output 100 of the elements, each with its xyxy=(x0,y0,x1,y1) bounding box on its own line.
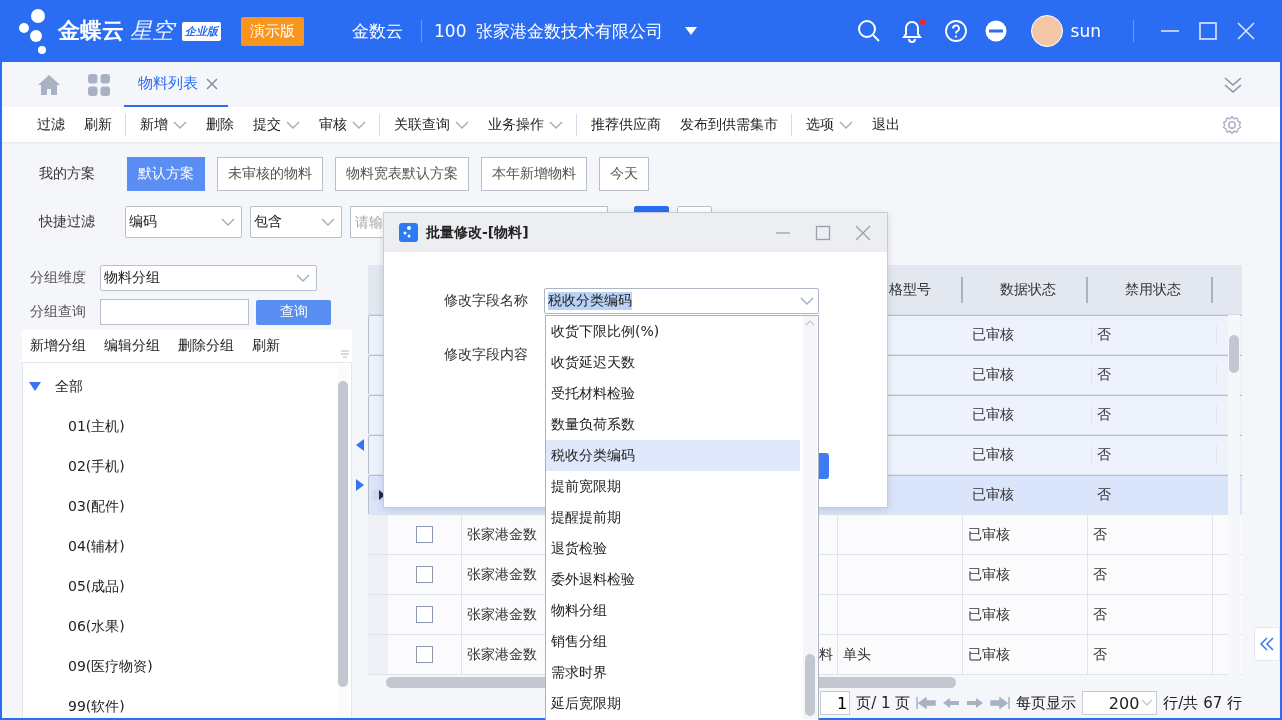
tree-item[interactable]: 05(成品) xyxy=(23,567,351,607)
field-name-select[interactable]: 税收分类编码 xyxy=(544,288,819,314)
group-action-button[interactable]: 刷新 xyxy=(246,337,286,355)
dropdown-option[interactable]: 受托材料检验 xyxy=(546,378,800,409)
toolbar-button[interactable]: 业务操作 xyxy=(478,109,572,140)
scheme-button[interactable]: 未审核的物料 xyxy=(217,157,323,191)
tree-item[interactable]: 01(主机) xyxy=(23,407,351,447)
toolbar-button[interactable]: 提交 xyxy=(243,109,309,140)
dropdown-option[interactable]: 数量负荷系数 xyxy=(546,409,800,440)
dropdown-option[interactable]: 物料分组 xyxy=(546,595,800,626)
tree-item[interactable]: 99(软件) xyxy=(23,687,351,718)
expand-right-icon[interactable] xyxy=(356,479,364,491)
toolbar-button[interactable]: 审核 xyxy=(309,109,375,140)
dropdown-option[interactable]: 提前宽限期 xyxy=(546,471,800,502)
operator-select[interactable]: 包含 xyxy=(250,206,342,238)
group-action-button[interactable]: 新增分组 xyxy=(24,337,92,355)
tree-item[interactable]: 全部 xyxy=(23,367,351,407)
field-content-label: 修改字段内容 xyxy=(444,346,529,364)
search-icon[interactable] xyxy=(856,19,881,43)
table-cell: 否 xyxy=(1093,525,1107,544)
tenant-name: 金数云 xyxy=(352,19,403,43)
home-icon[interactable] xyxy=(38,74,60,95)
maximize-icon[interactable] xyxy=(815,224,831,241)
table-cell: 张家港金数 xyxy=(467,605,537,624)
expand-triangle-icon[interactable] xyxy=(29,382,41,392)
side-collapse-button[interactable] xyxy=(1254,627,1280,661)
column-header[interactable]: 禁用状态 xyxy=(1088,265,1213,314)
row-checkbox[interactable] xyxy=(416,606,433,623)
dropdown-option[interactable]: 税收分类编码 xyxy=(546,440,800,471)
toolbar-button[interactable]: 退出 xyxy=(862,109,909,140)
table-cell: 张家港金数 xyxy=(467,525,537,544)
table-cell: 否 xyxy=(1093,645,1107,664)
close-icon[interactable] xyxy=(206,77,218,90)
dialog-title: 批量修改-[物料] xyxy=(426,223,529,242)
toolbar-button[interactable]: 发布到供需集市 xyxy=(670,109,787,140)
table-cell: 否 xyxy=(1097,326,1111,344)
row-checkbox[interactable] xyxy=(416,646,433,663)
dropdown-option[interactable]: 委外退料检验 xyxy=(546,564,800,595)
first-page-icon[interactable] xyxy=(916,697,937,709)
dropdown-option[interactable]: 收货延迟天数 xyxy=(546,347,800,378)
table-cell: 已审核 xyxy=(968,605,1010,624)
scheme-button[interactable]: 物料宽表默认方案 xyxy=(335,157,469,191)
group-search-input[interactable] xyxy=(100,299,249,325)
toolbar-button[interactable]: 新增 xyxy=(125,113,196,136)
page-input[interactable]: 1 xyxy=(820,691,851,715)
caret-icon xyxy=(800,296,814,306)
table-cell: 否 xyxy=(1093,565,1107,584)
table-cell: 张家港金数 xyxy=(467,645,537,664)
tree-item[interactable]: 03(配件) xyxy=(23,487,351,527)
tree-item[interactable]: 06(水果) xyxy=(23,607,351,647)
column-header[interactable]: 数据状态 xyxy=(963,265,1088,314)
table-cell: 否 xyxy=(1097,366,1111,384)
row-checkbox[interactable] xyxy=(416,526,433,543)
next-page-icon[interactable] xyxy=(966,697,985,709)
table-cell: 已审核 xyxy=(968,525,1010,544)
page-size-select[interactable]: 200 xyxy=(1082,691,1158,715)
dropdown-option[interactable]: 延后宽限期 xyxy=(546,688,800,719)
group-action-button[interactable]: 编辑分组 xyxy=(98,337,166,355)
group-action-button[interactable]: 删除分组 xyxy=(172,337,240,355)
grid-icon[interactable] xyxy=(88,73,110,96)
dimension-label: 分组维度 xyxy=(30,269,87,287)
scheme-button[interactable]: 今天 xyxy=(599,157,649,191)
column-header[interactable]: 格型号 xyxy=(838,265,963,314)
dropdown-option[interactable]: 退货检验 xyxy=(546,533,800,564)
avatar[interactable] xyxy=(1030,15,1063,47)
collapse-left-icon[interactable] xyxy=(356,439,364,451)
table-cell: 已审核 xyxy=(972,486,1014,504)
scheme-button[interactable]: 本年新增物料 xyxy=(481,157,587,191)
tree-item[interactable]: 04(辅材) xyxy=(23,527,351,567)
dropdown-option[interactable]: 提醒提前期 xyxy=(546,502,800,533)
row-checkbox[interactable] xyxy=(416,566,433,583)
caret-icon[interactable] xyxy=(685,27,698,35)
toolbar-button[interactable]: 推荐供应商 xyxy=(576,113,670,136)
field-select[interactable]: 编码 xyxy=(125,206,242,238)
help-icon[interactable] xyxy=(944,20,967,42)
toolbar-button[interactable]: 删除 xyxy=(196,109,243,140)
double-chevron-icon[interactable] xyxy=(1224,75,1242,94)
scroll-up-icon[interactable] xyxy=(805,320,815,326)
last-page-icon[interactable] xyxy=(990,697,1011,709)
dimension-select[interactable]: 物料分组 xyxy=(100,265,317,291)
user-name[interactable]: sun xyxy=(1070,21,1101,41)
close-icon[interactable] xyxy=(855,224,871,241)
toolbar-button[interactable]: 关联查询 xyxy=(379,113,478,136)
toolbar-button[interactable]: 刷新 xyxy=(74,109,121,140)
previous-page-icon[interactable] xyxy=(942,697,961,709)
field-name-label: 修改字段名称 xyxy=(444,292,529,310)
toolbar-button[interactable]: 选项 xyxy=(791,113,862,136)
table-cell: 已审核 xyxy=(972,366,1014,384)
dropdown-option[interactable]: 收货下限比例(%) xyxy=(546,316,800,347)
more-icon[interactable] xyxy=(984,20,1007,42)
table-cell: 否 xyxy=(1097,406,1111,424)
table-cell: 否 xyxy=(1093,605,1107,624)
org-name: 张家港金数技术有限公司 xyxy=(476,19,664,43)
settings-icon[interactable] xyxy=(1222,114,1242,135)
tree-item[interactable]: 02(手机) xyxy=(23,447,351,487)
tree-item[interactable]: 09(医疗物资) xyxy=(23,647,351,687)
caret-icon xyxy=(296,273,310,283)
scheme-label: 我的方案 xyxy=(39,165,96,183)
table-cell: 张家港金数 xyxy=(467,565,537,584)
toolbar-button[interactable]: 过滤 xyxy=(27,109,74,140)
